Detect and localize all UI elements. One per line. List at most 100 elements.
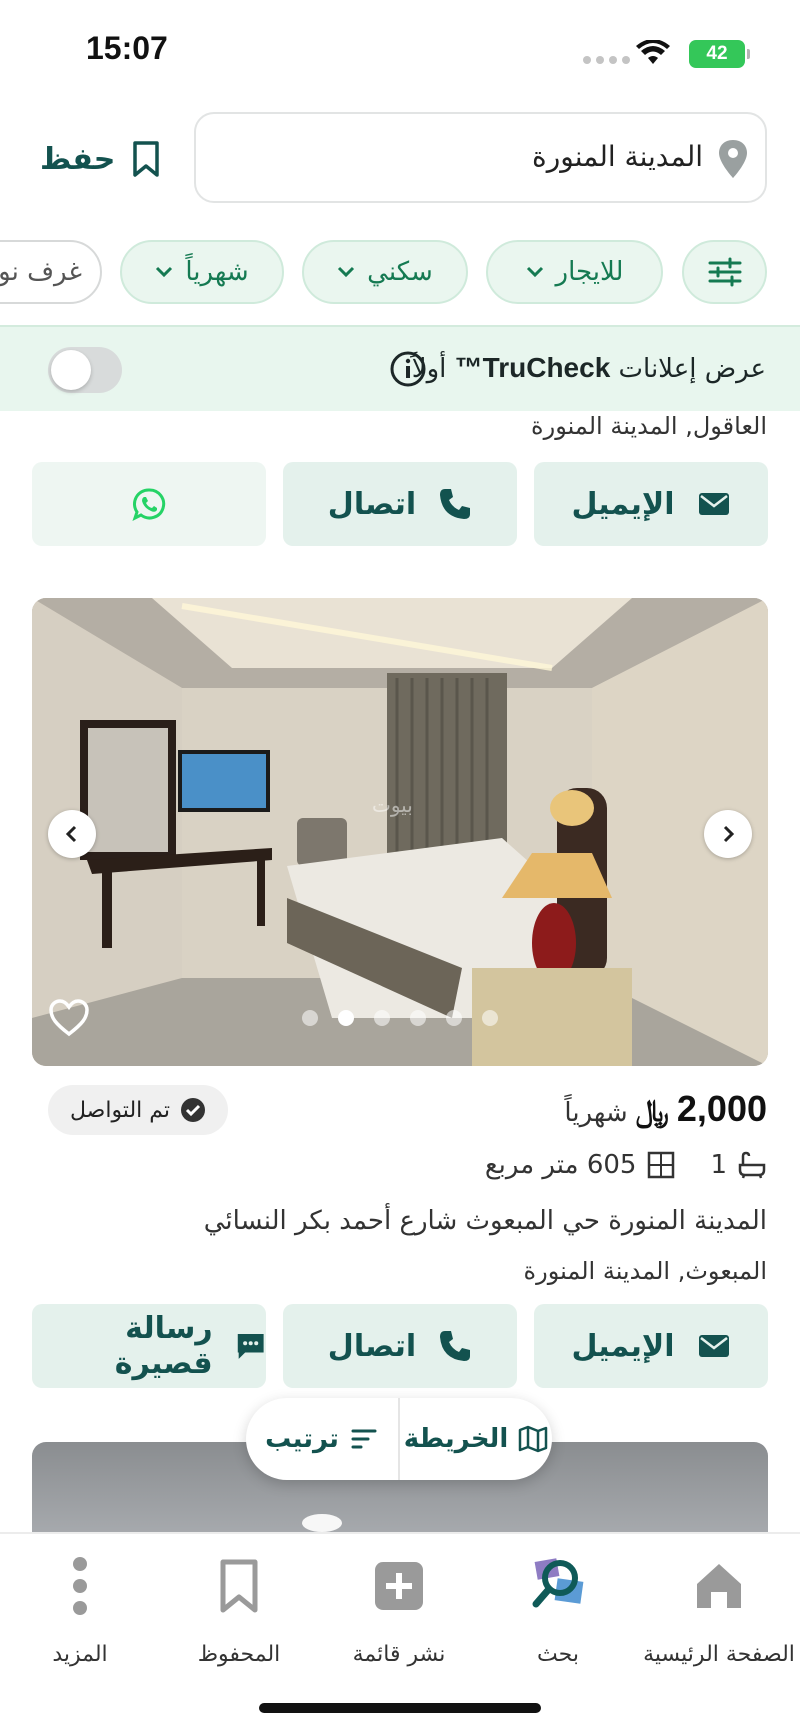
bookmark-icon bbox=[220, 1559, 258, 1613]
carousel-dot-active bbox=[338, 1010, 354, 1026]
trucheck-bar: عرض إعلانات TruCheck™ أولاً bbox=[0, 325, 800, 411]
svg-text:بيوت: بيوت bbox=[372, 793, 413, 817]
phone-icon bbox=[440, 1331, 471, 1361]
bathtub-icon bbox=[738, 1151, 766, 1179]
price-amount: 2,000 bbox=[676, 1088, 767, 1129]
carousel-dot bbox=[374, 1010, 390, 1026]
chip-label: سكني bbox=[367, 257, 433, 287]
carousel-dot bbox=[410, 1010, 426, 1026]
message-icon bbox=[237, 1334, 264, 1359]
listing-photo: بيوت bbox=[32, 598, 768, 1066]
chevron-left-icon bbox=[65, 825, 77, 843]
whatsapp-icon bbox=[132, 488, 166, 521]
nav-home[interactable]: الصفحة الرئيسية bbox=[643, 1556, 795, 1667]
listing-area: 605 متر مربع bbox=[484, 1150, 637, 1180]
battery-indicator: 42 bbox=[689, 40, 750, 68]
sms-button[interactable]: رسالة قصيرة bbox=[32, 1304, 266, 1388]
search-icon bbox=[532, 1558, 584, 1608]
next-photo-button[interactable] bbox=[704, 810, 752, 858]
map-button[interactable]: الخريطة bbox=[400, 1398, 552, 1480]
chevron-down-icon bbox=[338, 266, 355, 278]
currency-symbol: ﷼ bbox=[635, 1094, 669, 1129]
filter-chip-period[interactable]: شهرياً bbox=[120, 240, 284, 304]
call-button[interactable]: اتصال bbox=[283, 1304, 517, 1388]
envelope-icon bbox=[698, 1335, 729, 1357]
nav-label: نشر قائمة bbox=[352, 1642, 446, 1667]
favorite-heart-icon[interactable] bbox=[48, 998, 90, 1038]
map-icon bbox=[518, 1425, 548, 1453]
contacted-label: تم التواصل bbox=[69, 1097, 171, 1123]
call-button[interactable]: اتصال bbox=[283, 462, 517, 546]
home-indicator bbox=[259, 1703, 541, 1713]
search-query: المدينة المنورة bbox=[532, 140, 703, 173]
map-label: الخريطة bbox=[403, 1424, 509, 1454]
filter-chip-purpose[interactable]: للايجار bbox=[486, 240, 663, 304]
price-period: شهرياً bbox=[564, 1098, 628, 1128]
sort-label: ترتيب bbox=[265, 1424, 339, 1454]
area-icon bbox=[648, 1151, 675, 1179]
carousel-dot bbox=[302, 1010, 318, 1026]
location-pin-icon bbox=[719, 140, 747, 178]
sliders-icon bbox=[708, 257, 741, 287]
email-label: الإيميل bbox=[571, 1328, 675, 1364]
status-bar: 15:07 42 bbox=[0, 0, 800, 100]
chip-label: للايجار bbox=[555, 257, 624, 287]
home-icon bbox=[697, 1564, 741, 1608]
carousel-dots bbox=[302, 1010, 498, 1026]
nav-more[interactable]: المزيد bbox=[5, 1556, 155, 1667]
check-circle-icon bbox=[181, 1098, 206, 1122]
more-vertical-icon bbox=[73, 1557, 87, 1615]
envelope-icon bbox=[698, 493, 729, 515]
previous-photo-button[interactable] bbox=[48, 810, 96, 858]
filter-chips: للايجار سكني شهرياً غرف نوم bbox=[0, 240, 800, 306]
map-sort-pill: الخريطة ترتيب bbox=[246, 1398, 552, 1480]
listing-address: المدينة المنورة حي المبعوث شارع أحمد بكر… bbox=[203, 1206, 767, 1236]
nav-search[interactable]: بحث bbox=[483, 1556, 633, 1667]
whatsapp-button[interactable] bbox=[32, 462, 266, 546]
phone-icon bbox=[440, 489, 471, 519]
listing-location: المبعوث, المدينة المنورة bbox=[523, 1257, 767, 1285]
info-icon[interactable] bbox=[389, 350, 427, 388]
wifi-icon bbox=[636, 40, 670, 64]
filter-chip-category[interactable]: سكني bbox=[302, 240, 468, 304]
cellular-signal-icon bbox=[583, 56, 630, 64]
previous-listing-location: العاقول, المدينة المنورة bbox=[531, 412, 767, 440]
email-label: الإيميل bbox=[571, 486, 675, 522]
nav-post-listing[interactable]: نشر قائمة bbox=[324, 1556, 474, 1667]
sort-button[interactable]: ترتيب bbox=[246, 1398, 400, 1480]
nav-saved[interactable]: المحفوظ bbox=[164, 1556, 314, 1667]
bookmark-icon bbox=[133, 141, 160, 177]
call-label: اتصال bbox=[327, 1328, 417, 1364]
chip-label: شهرياً bbox=[185, 257, 249, 287]
save-search-button[interactable]: حفظ bbox=[40, 136, 161, 182]
chevron-right-icon bbox=[723, 825, 735, 843]
bottom-navigation: الصفحة الرئيسية بحث نشر قائمة المحفوظ ال… bbox=[0, 1532, 800, 1732]
search-input[interactable]: المدينة المنورة bbox=[194, 112, 767, 203]
nav-label: بحث bbox=[537, 1642, 579, 1667]
listing-price: 2,000 ﷼ شهرياً bbox=[564, 1088, 767, 1130]
save-label: حفظ bbox=[40, 141, 116, 177]
nav-label: الصفحة الرئيسية bbox=[643, 1642, 795, 1667]
filter-chip-bedrooms[interactable]: غرف نوم bbox=[0, 240, 102, 304]
nav-label: المزيد bbox=[52, 1642, 108, 1667]
trucheck-toggle[interactable] bbox=[48, 347, 122, 393]
carousel-dot bbox=[446, 1010, 462, 1026]
previous-listing-actions: الإيميل اتصال bbox=[32, 462, 768, 546]
bathroom-count: 1 bbox=[710, 1150, 727, 1180]
sms-label: رسالة قصيرة bbox=[114, 1311, 213, 1381]
contacted-badge: تم التواصل bbox=[48, 1085, 228, 1135]
filter-settings-button[interactable] bbox=[682, 240, 767, 304]
nav-label: المحفوظ bbox=[197, 1642, 281, 1667]
email-button[interactable]: الإيميل bbox=[534, 462, 768, 546]
chevron-down-icon bbox=[526, 266, 543, 278]
chevron-down-icon bbox=[156, 266, 173, 278]
listing-specs: 1 605 متر مربع bbox=[485, 1150, 767, 1180]
status-time: 15:07 bbox=[86, 30, 168, 66]
email-button[interactable]: الإيميل bbox=[534, 1304, 768, 1388]
carousel-dot bbox=[482, 1010, 498, 1026]
chip-label: غرف نوم bbox=[0, 257, 82, 287]
sort-icon bbox=[351, 1429, 377, 1449]
listing-photo-carousel[interactable]: بيوت bbox=[32, 598, 768, 1066]
call-label: اتصال bbox=[327, 486, 417, 522]
listing-actions: الإيميل اتصال رسالة قصيرة bbox=[32, 1304, 768, 1388]
